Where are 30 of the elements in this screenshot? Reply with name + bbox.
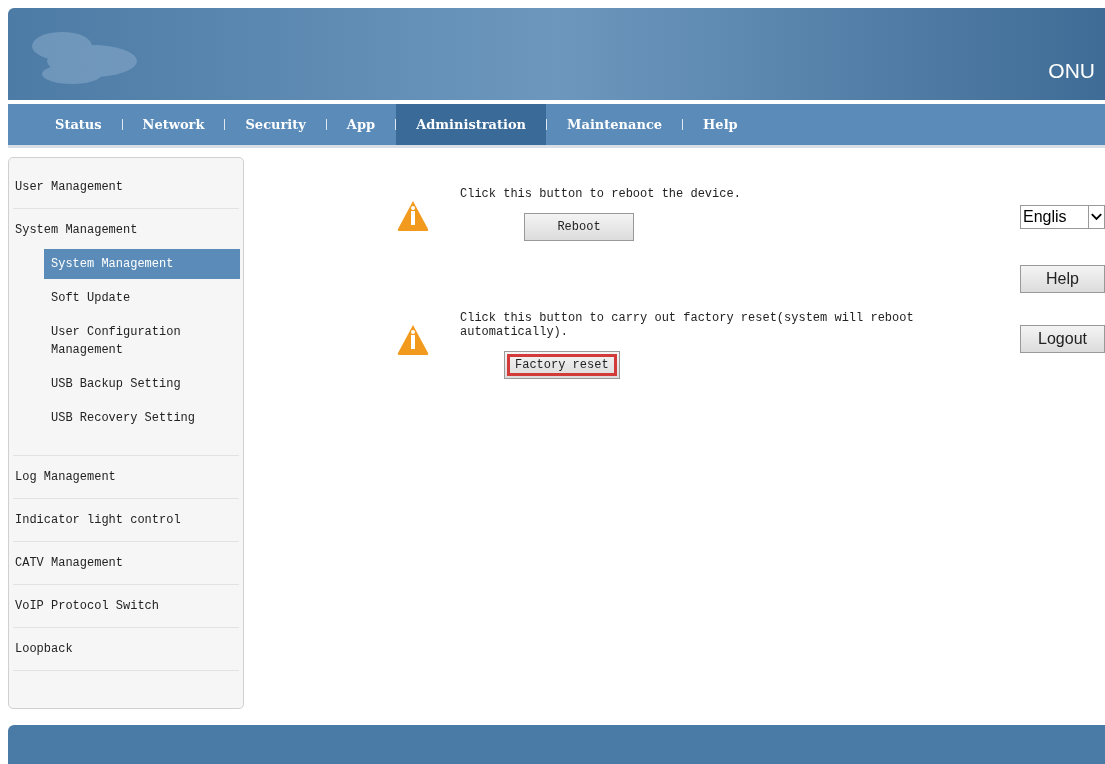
sidebar-subitem[interactable]: System Management [44, 249, 240, 279]
sidebar-item[interactable]: System Management [13, 217, 239, 243]
nav-tab[interactable]: Maintenance [547, 104, 683, 145]
nav-tab[interactable]: Status [35, 104, 122, 145]
warning-icon [396, 199, 430, 233]
sidebar-item[interactable]: CATV Management [13, 550, 239, 576]
header-title: ONU [1048, 57, 1095, 84]
side-button[interactable]: Logout [1020, 325, 1105, 353]
warning-icon [396, 323, 430, 357]
nav-tab[interactable]: Help [683, 104, 758, 145]
action-button[interactable]: Factory reset [504, 351, 620, 379]
nav-tab[interactable]: Security [225, 104, 326, 145]
sidebar-item[interactable]: Loopback [13, 636, 239, 662]
side-button[interactable]: Help [1020, 265, 1105, 293]
nav-tab[interactable]: App [326, 104, 396, 145]
sidebar-subitem[interactable]: USB Backup Setting [44, 369, 240, 399]
sidebar-item[interactable]: Log Management [13, 464, 239, 490]
sidebar-subitem[interactable]: Soft Update [44, 283, 240, 313]
nav-tab[interactable]: Administration [396, 104, 547, 145]
nav-tab[interactable]: Network [122, 104, 225, 145]
sidebar-subitem[interactable]: User Configuration Management [44, 317, 240, 365]
instruction-text: Click this button to carry out factory reset(system will reboot automatically). [460, 311, 915, 339]
sidebar-item[interactable]: VoIP Protocol Switch [13, 593, 239, 619]
instruction-text: Click this button to reboot the device. [460, 187, 742, 201]
sidebar-subitem[interactable]: USB Recovery Setting [44, 403, 240, 433]
language-select[interactable]: Englis [1020, 205, 1105, 229]
sidebar-item[interactable]: User Management [13, 174, 239, 200]
action-button[interactable]: Reboot [524, 213, 634, 241]
chevron-down-icon [1088, 206, 1104, 228]
sidebar-item[interactable]: Indicator light control [13, 507, 239, 533]
